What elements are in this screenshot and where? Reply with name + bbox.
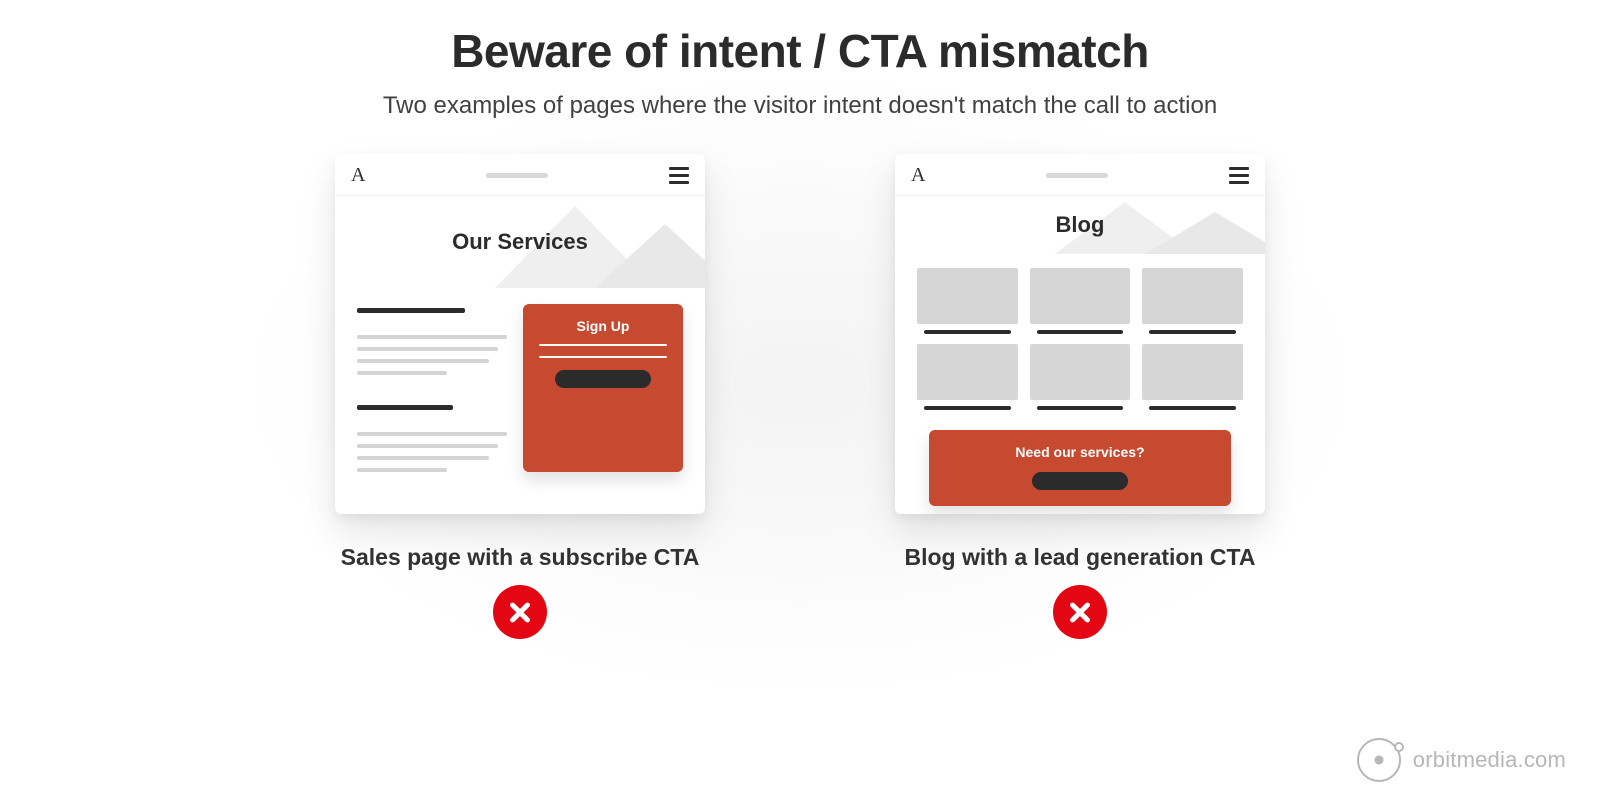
blog-card [917,344,1018,410]
hero-area: Our Services [335,196,705,288]
x-circle-icon [493,585,547,639]
mountains-illustration [1015,196,1265,254]
orbit-logo-icon [1357,738,1401,782]
blog-card [917,268,1018,334]
page-subtitle: Two examples of pages where the visitor … [0,92,1600,120]
logo-letter: A [351,164,365,187]
example-sales-page: A Our Services [335,154,705,639]
cta-label: Sign Up [577,318,630,334]
example-caption: Sales page with a subscribe CTA [341,544,700,571]
blog-grid [917,268,1243,410]
hero-title: Our Services [452,229,588,255]
hero-title: Blog [1056,212,1105,238]
mock-header: A [895,154,1265,196]
logo-letter: A [911,164,925,187]
cta-button-placeholder [555,370,651,388]
mock-sales-page: A Our Services [335,154,705,514]
page-title: Beware of intent / CTA mismatch [0,0,1600,78]
mock-blog-page: A Blog [895,154,1265,514]
cta-button-placeholder [1032,472,1128,490]
hero-area: Blog [895,196,1265,254]
cta-card-services: Need our services? [929,430,1231,506]
blog-card [1030,344,1131,410]
menu-icon [1229,167,1249,184]
blog-card [1030,268,1131,334]
cta-label: Need our services? [1015,444,1144,460]
blog-card [1142,268,1243,334]
cta-input-line [539,356,667,358]
cta-input-line [539,344,667,346]
attribution: orbitmedia.com [1357,738,1566,782]
x-circle-icon [1053,585,1107,639]
header-placeholder-bar [486,173,548,178]
example-caption: Blog with a lead generation CTA [905,544,1256,571]
mock-body: Sign Up [335,288,705,490]
cta-card-signup: Sign Up [523,304,683,472]
mock-header: A [335,154,705,196]
example-blog-page: A Blog [895,154,1265,639]
text-column [357,304,507,472]
examples-row: A Our Services [0,154,1600,639]
attribution-text: orbitmedia.com [1413,747,1566,773]
blog-card [1142,344,1243,410]
mock-body [895,254,1265,416]
header-placeholder-bar [1046,173,1108,178]
menu-icon [669,167,689,184]
